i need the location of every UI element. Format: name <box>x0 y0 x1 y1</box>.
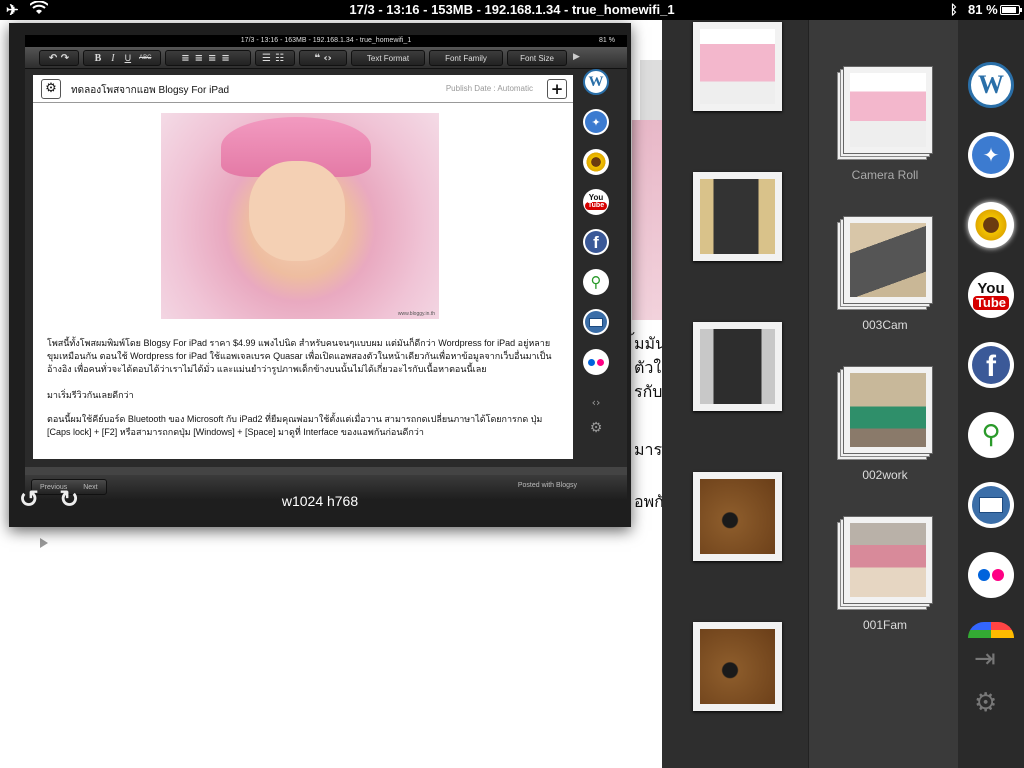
album-list: Camera Roll 003Cam 002work 001Fam <box>808 20 958 768</box>
photo-thumbnail[interactable] <box>693 22 782 111</box>
photo-roll <box>662 20 808 768</box>
post-editor: ⚙ ทดลองโพสจากแอพ Blogsy For iPad Publish… <box>33 75 573 459</box>
facebook-icon[interactable]: f <box>968 342 1014 388</box>
maps-screenshot-image <box>700 179 775 254</box>
baby-photo[interactable]: www.bloggy.in.th <box>161 113 439 319</box>
text-style-buttons[interactable]: B I U ABC <box>83 50 161 66</box>
mail-icon[interactable] <box>968 482 1014 528</box>
screenshot-preview-window: 17/3 - 13:16 - 163MB - 192.168.1.34 - tr… <box>9 23 631 527</box>
code-view-icon[interactable]: ‹› <box>583 389 609 415</box>
photo-thumbnail[interactable] <box>693 322 782 411</box>
wordpress-icon[interactable]: W <box>583 69 609 95</box>
album-label: Camera Roll <box>851 168 919 182</box>
battery-percent: 81 % <box>968 2 998 17</box>
wordpress-icon[interactable]: W <box>968 62 1014 108</box>
underline-button[interactable]: U <box>125 53 132 63</box>
add-button[interactable]: + <box>547 79 567 99</box>
settings-screenshot-image <box>700 329 775 404</box>
album-label: 001Fam <box>862 618 908 632</box>
status-text: 17/3 - 13:16 - 153MB - 192.168.1.34 - tr… <box>349 2 675 17</box>
picasa-icon[interactable] <box>968 622 1014 638</box>
album-label: 003Cam <box>862 318 908 332</box>
editor-toolbar: ↶ ↷ B I U ABC ≡≡≡≡ ☰☷ ❝ ‹› Text Format F… <box>25 47 627 69</box>
status-bar: ✈ 17/3 - 13:16 - 153MB - 192.168.1.34 - … <box>0 0 1024 20</box>
battery-icon <box>1000 5 1022 15</box>
mini-service-sidebar: W ✦ You Tube f ⚲ ‹› ⚙ <box>581 69 611 436</box>
search-icon[interactable]: ⚲ <box>968 412 1014 458</box>
editor-bottom-edge <box>25 467 627 475</box>
safari-icon[interactable]: ✦ <box>968 132 1014 178</box>
preview-footer: ↺ ↻ w1024 h768 <box>9 485 631 527</box>
blog-screenshot-image <box>700 29 775 104</box>
family-photo-image <box>850 523 926 597</box>
quote-code-buttons[interactable]: ❝ ‹› <box>299 50 347 66</box>
photo-thumbnail[interactable] <box>693 472 782 561</box>
bluetooth-icon: ᛒ <box>950 2 958 17</box>
undo-redo-buttons[interactable]: ↶ ↷ <box>39 50 79 66</box>
album-camera-roll[interactable]: Camera Roll <box>837 66 933 182</box>
list-buttons[interactable]: ☰☷ <box>255 50 295 66</box>
screenshot-image: 17/3 - 13:16 - 163MB - 192.168.1.34 - tr… <box>25 35 627 499</box>
youtube-icon[interactable]: You Tube <box>968 272 1014 318</box>
post-header: ⚙ ทดลองโพสจากแอพ Blogsy For iPad Publish… <box>33 75 573 103</box>
italic-button[interactable]: I <box>111 53 114 64</box>
posted-with-blogsy[interactable]: Posted with Blogsy <box>518 482 577 489</box>
album-002work[interactable]: 002work <box>837 366 933 482</box>
flickr-icon[interactable] <box>583 349 609 375</box>
baby-face <box>249 161 345 261</box>
album-003cam[interactable]: 003Cam <box>837 216 933 332</box>
sunflower-icon[interactable] <box>583 149 609 175</box>
ipad-cover-image <box>850 223 926 297</box>
strike-button[interactable]: ABC <box>139 55 151 61</box>
settings-icon[interactable]: ⚙ <box>583 415 609 441</box>
sunflower-icon[interactable] <box>968 202 1014 248</box>
office-photo-image <box>850 373 926 447</box>
blog-screenshot-image <box>850 73 926 147</box>
facebook-icon[interactable]: f <box>583 229 609 255</box>
album-001fam[interactable]: 001Fam <box>837 516 933 632</box>
post-title[interactable]: ทดลองโพสจากแอพ Blogsy For iPad <box>71 83 229 98</box>
album-label: 002work <box>862 468 908 482</box>
import-icon[interactable]: ⇥ <box>974 644 996 674</box>
background-shade <box>640 60 662 120</box>
background-photo-edge <box>632 120 662 320</box>
next-button[interactable]: Next <box>75 484 105 491</box>
post-paragraph[interactable]: ตอนนี้ผมใช้คีย์บอร์ด Bluetooth ของ Micro… <box>47 413 557 439</box>
photo-thumbnail[interactable] <box>693 172 782 261</box>
text-format-menu[interactable]: Text Format <box>351 50 425 66</box>
youtube-icon[interactable]: You Tube <box>583 189 609 215</box>
mail-icon[interactable] <box>583 309 609 335</box>
publish-date[interactable]: Publish Date : Automatic <box>446 84 533 93</box>
settings-icon[interactable]: ⚙ <box>974 688 997 718</box>
mini-status-text: 17/3 - 13:16 - 163MB - 192.168.1.34 - tr… <box>240 37 412 44</box>
expand-triangle-icon[interactable] <box>40 538 48 548</box>
image-dimensions: w1024 h768 <box>281 493 359 509</box>
desk-photo-image <box>700 629 775 704</box>
safari-icon[interactable]: ✦ <box>583 109 609 135</box>
font-size-menu[interactable]: Font Size <box>507 50 567 66</box>
photo-thumbnail[interactable] <box>693 622 782 711</box>
background-text: อพกั <box>634 494 664 511</box>
bold-button[interactable]: B <box>95 53 102 64</box>
flickr-icon[interactable] <box>968 552 1014 598</box>
background-text: มาร <box>634 442 663 459</box>
post-paragraph[interactable]: โพสนี้ทั้งโพสผมพิมพ์โดย Blogsy For iPad … <box>47 337 557 376</box>
font-family-menu[interactable]: Font Family <box>429 50 503 66</box>
service-sidebar: W ✦ You Tube f ⚲ ⇥ ⚙ <box>958 20 1024 768</box>
post-paragraph[interactable]: มาเริ่มรีวิวกันเลยดีกว่า <box>47 389 557 402</box>
mini-battery: 81 % <box>599 37 615 44</box>
post-settings-button[interactable]: ⚙ <box>41 79 61 99</box>
search-icon[interactable]: ⚲ <box>583 269 609 295</box>
mini-status-bar: 17/3 - 13:16 - 163MB - 192.168.1.34 - tr… <box>25 35 627 47</box>
image-watermark: www.bloggy.in.th <box>397 311 435 317</box>
ipad-screen: ✈ 17/3 - 13:16 - 153MB - 192.168.1.34 - … <box>0 0 1024 768</box>
align-buttons[interactable]: ≡≡≡≡ <box>165 50 251 66</box>
more-tools-arrow-icon[interactable]: ▶ <box>573 52 580 62</box>
desk-photo-image <box>700 479 775 554</box>
